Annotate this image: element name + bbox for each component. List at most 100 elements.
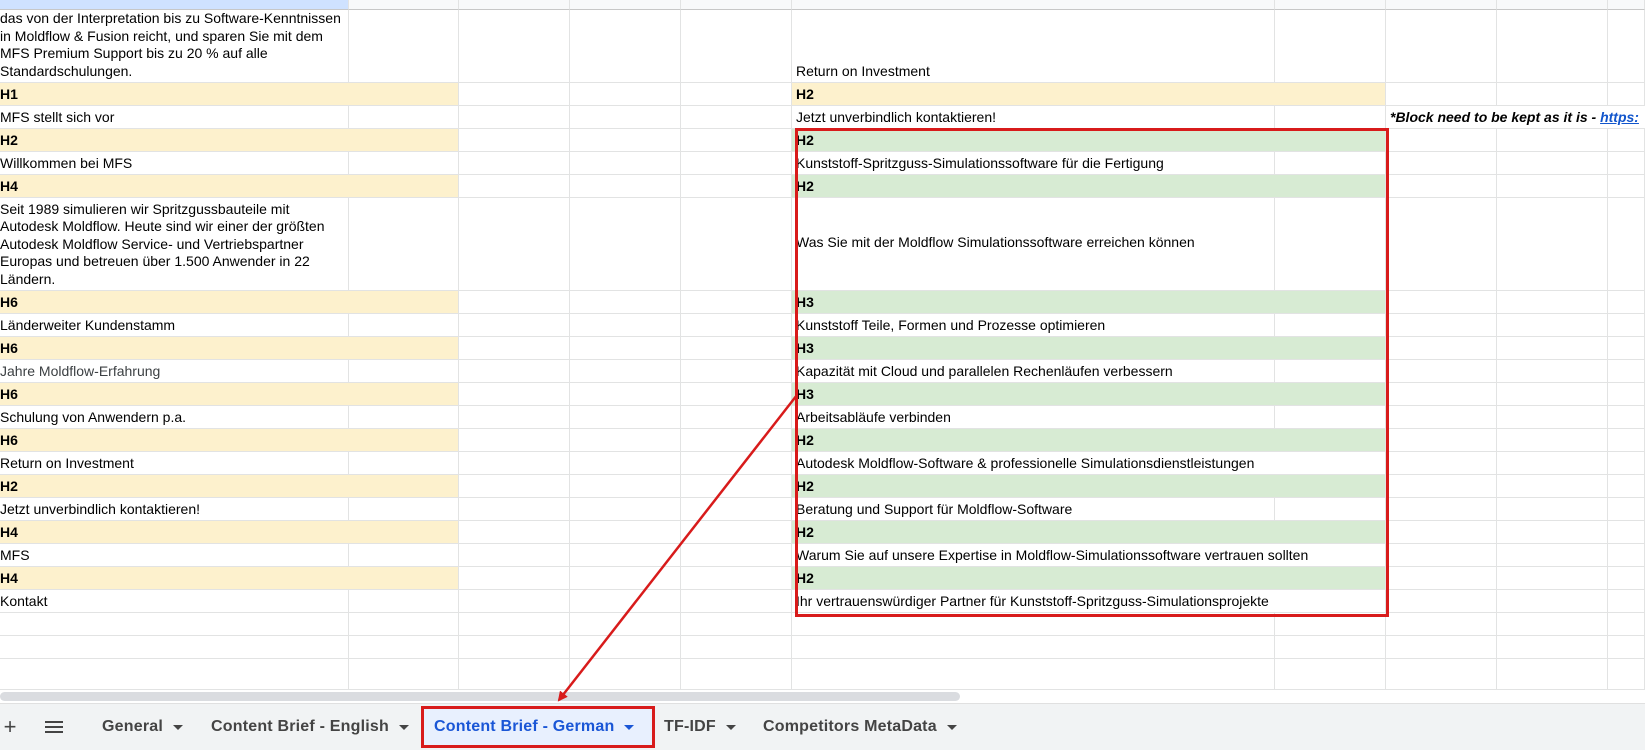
cell-heading-text[interactable]: Schulung von Anwendern p.a. — [0, 406, 349, 429]
cell[interactable] — [459, 452, 570, 475]
horizontal-scrollbar[interactable] — [0, 692, 960, 701]
cell[interactable] — [1275, 106, 1386, 129]
cell[interactable] — [1386, 314, 1497, 337]
cell-intro-text[interactable]: das von der Interpretation bis zu Softwa… — [0, 10, 349, 83]
cell-heading-text[interactable]: Jahre Moldflow-Erfahrung — [0, 360, 349, 383]
cell-heading-text[interactable]: Jetzt unverbindlich kontaktieren! — [0, 498, 349, 521]
cell[interactable] — [1497, 544, 1608, 567]
cell-tag-h1[interactable]: H1 — [0, 83, 459, 106]
chevron-down-icon[interactable] — [624, 724, 635, 730]
cell[interactable] — [681, 613, 792, 636]
cell[interactable] — [681, 452, 792, 475]
tab-content-brief-english[interactable]: Content Brief - English — [211, 704, 409, 750]
cell[interactable] — [459, 83, 570, 106]
cell[interactable] — [1497, 10, 1608, 83]
cell[interactable] — [1386, 613, 1497, 636]
cell-tag-h4[interactable]: H4 — [0, 175, 459, 198]
cell[interactable] — [1608, 429, 1645, 452]
cell[interactable] — [570, 521, 681, 544]
cell[interactable] — [1275, 636, 1386, 659]
cell[interactable] — [459, 498, 570, 521]
cell[interactable] — [459, 337, 570, 360]
cell[interactable] — [349, 198, 459, 291]
chevron-down-icon[interactable] — [398, 724, 409, 730]
cell[interactable] — [1608, 360, 1645, 383]
cell[interactable] — [570, 106, 681, 129]
cell[interactable] — [1275, 152, 1386, 175]
cell[interactable] — [459, 590, 570, 613]
cell[interactable] — [1497, 314, 1608, 337]
cell[interactable] — [1386, 406, 1497, 429]
cell[interactable] — [1386, 475, 1497, 498]
cell[interactable] — [349, 498, 459, 521]
cell[interactable] — [459, 521, 570, 544]
cell[interactable] — [1386, 429, 1497, 452]
cell[interactable] — [1275, 406, 1386, 429]
cell[interactable] — [570, 544, 681, 567]
cell[interactable] — [570, 175, 681, 198]
cell[interactable] — [1275, 314, 1386, 337]
cell[interactable] — [1275, 10, 1386, 83]
cell[interactable] — [1608, 129, 1645, 152]
cell[interactable] — [349, 152, 459, 175]
cell[interactable] — [681, 406, 792, 429]
cell[interactable] — [459, 383, 570, 406]
cell[interactable] — [1608, 544, 1645, 567]
cell-tag-h2[interactable]: H2 — [0, 475, 459, 498]
cell[interactable] — [1386, 659, 1497, 690]
cell[interactable] — [459, 544, 570, 567]
all-sheets-icon[interactable] — [42, 704, 66, 750]
cell[interactable] — [459, 198, 570, 291]
cell[interactable] — [0, 636, 349, 659]
cell[interactable] — [349, 406, 459, 429]
cell[interactable] — [1386, 10, 1497, 83]
cell[interactable] — [459, 129, 570, 152]
cell-heading-text[interactable]: Return on Investment — [0, 452, 349, 475]
cell[interactable] — [1386, 175, 1497, 198]
cell[interactable] — [681, 291, 792, 314]
cell[interactable] — [1497, 83, 1608, 106]
cell[interactable] — [570, 10, 681, 83]
cell[interactable] — [459, 10, 570, 83]
cell[interactable] — [1386, 452, 1497, 475]
cell[interactable] — [570, 291, 681, 314]
cell-tag-h3[interactable]: H3 — [792, 383, 1386, 406]
chevron-down-icon[interactable] — [946, 724, 957, 730]
cell[interactable] — [570, 360, 681, 383]
cell[interactable] — [570, 198, 681, 291]
cell[interactable] — [1608, 636, 1645, 659]
cell[interactable] — [570, 567, 681, 590]
cell[interactable] — [681, 521, 792, 544]
cell-paragraph[interactable]: Seit 1989 simulieren wir Spritzgussbaute… — [0, 198, 349, 291]
tab-content-brief-german[interactable]: Content Brief - German — [421, 706, 655, 748]
cell-tag-h2[interactable]: H2 — [792, 475, 1386, 498]
cell[interactable] — [1497, 567, 1608, 590]
cell[interactable] — [1497, 659, 1608, 690]
cell[interactable] — [1497, 521, 1608, 544]
cell[interactable] — [570, 429, 681, 452]
cell[interactable] — [1608, 291, 1645, 314]
cell[interactable] — [349, 544, 459, 567]
cell[interactable] — [349, 106, 459, 129]
cell[interactable] — [681, 567, 792, 590]
cell[interactable] — [1275, 613, 1386, 636]
cell[interactable] — [1386, 152, 1497, 175]
cell[interactable] — [681, 129, 792, 152]
cell-contact-text[interactable]: Jetzt unverbindlich kontaktieren! — [792, 106, 1275, 129]
cell[interactable] — [1497, 175, 1608, 198]
cell[interactable] — [349, 659, 459, 690]
cell[interactable] — [1608, 452, 1645, 475]
cell[interactable] — [349, 360, 459, 383]
cell[interactable] — [1497, 590, 1608, 613]
cell[interactable] — [459, 360, 570, 383]
cell[interactable] — [459, 291, 570, 314]
cell[interactable] — [349, 10, 459, 83]
cell[interactable] — [681, 544, 792, 567]
cell[interactable] — [0, 613, 349, 636]
cell[interactable] — [570, 475, 681, 498]
cell[interactable] — [1608, 498, 1645, 521]
cell[interactable] — [570, 152, 681, 175]
cell[interactable] — [1608, 590, 1645, 613]
cell[interactable] — [570, 314, 681, 337]
cell-heading-text[interactable]: Kontakt — [0, 590, 349, 613]
